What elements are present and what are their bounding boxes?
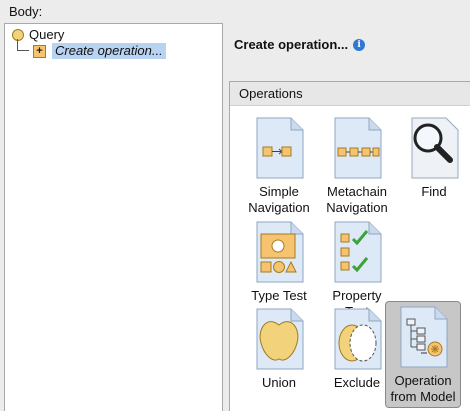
- operation-union[interactable]: Union: [241, 304, 317, 391]
- tree-item-query-label: Query: [29, 27, 65, 42]
- info-icon[interactable]: i: [353, 38, 366, 51]
- operation-from-model-icon: [395, 305, 451, 369]
- metachain-navigation-icon: [329, 116, 385, 180]
- tree-connector: [17, 39, 29, 51]
- heading-area: Create operation... i: [234, 37, 366, 52]
- operation-label: Simple Navigation: [248, 184, 310, 215]
- operation-label: Metachain Navigation: [326, 184, 388, 215]
- type-test-icon: [251, 220, 307, 284]
- operation-metachain-navigation[interactable]: Metachain Navigation: [319, 113, 395, 216]
- simple-navigation-icon: [251, 116, 307, 180]
- operations-title: Operations: [230, 82, 470, 106]
- operation-type-test[interactable]: Type Test: [241, 217, 317, 304]
- tree-item-create-operation[interactable]: + Create operation...: [33, 43, 166, 59]
- union-icon: [251, 307, 307, 371]
- page-title: Create operation...: [234, 37, 349, 52]
- operation-label: Operation from Model: [390, 373, 456, 404]
- magnifier-icon: [406, 116, 462, 180]
- operation-label: Exclude: [333, 375, 381, 390]
- operation-operation-from-model[interactable]: Operation from Model: [385, 301, 461, 408]
- property-test-icon: [329, 220, 385, 284]
- operations-panel: Operations Simple Navigation Metachain N…: [229, 81, 470, 411]
- plus-icon: +: [33, 44, 46, 58]
- operation-label: Find: [421, 184, 447, 199]
- operation-label: Union: [262, 375, 296, 390]
- body-label: Body:: [9, 4, 43, 19]
- operation-exclude[interactable]: Exclude: [319, 304, 395, 391]
- operation-simple-navigation[interactable]: Simple Navigation: [241, 113, 317, 216]
- operation-find[interactable]: Find: [396, 113, 470, 200]
- query-tree[interactable]: Query + Create operation...: [4, 23, 223, 411]
- tree-item-create-operation-label: Create operation...: [52, 43, 166, 59]
- operation-label: Type Test: [251, 288, 307, 303]
- exclude-icon: [329, 307, 385, 371]
